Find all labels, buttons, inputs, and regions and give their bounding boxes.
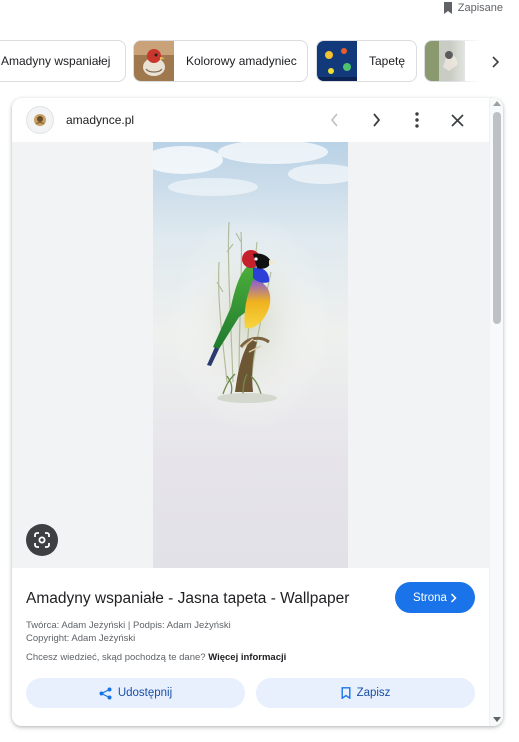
next-button[interactable] [365, 109, 387, 131]
previous-button[interactable] [324, 109, 346, 131]
related-searches-row: Amadyny wspaniałej Kolorowy amadyniec Ta… [0, 40, 519, 84]
chip-amadyny-wspanialej[interactable]: Amadyny wspaniałej [0, 40, 126, 82]
chevron-right-icon [373, 113, 381, 127]
image-credits: Twórca: Adam Jeżyński | Podpis: Adam Jeż… [26, 620, 231, 631]
close-icon [450, 113, 464, 127]
preview-image[interactable] [153, 142, 348, 568]
preview-scrollbar[interactable] [489, 98, 503, 726]
saved-label: Zapisane [457, 2, 503, 14]
visual-search-button[interactable] [26, 524, 58, 556]
bookmark-icon [443, 2, 452, 14]
chips-next-button[interactable] [485, 52, 505, 72]
more-vert-icon [415, 112, 419, 128]
bookmark-icon [341, 687, 351, 699]
chip-label: Tapetę [369, 54, 406, 68]
save-button[interactable]: Zapisz [256, 678, 475, 708]
image-info: Amadyny wspaniałe - Jasna tapeta - Wallp… [12, 568, 489, 726]
share-icon [99, 687, 112, 699]
chip-label: Kolorowy amadyniec [186, 54, 297, 68]
scroll-down-arrow[interactable] [493, 717, 501, 722]
more-info-row: Chcesz wiedzieć, skąd pochodzą te dane? … [26, 652, 286, 663]
more-info-prompt: Chcesz wiedzieć, skąd pochodzą te dane? [26, 652, 206, 663]
chip-thumbnail [317, 41, 357, 81]
chevron-right-icon [450, 592, 457, 603]
lens-icon [34, 532, 50, 548]
image-area [12, 142, 489, 568]
image-copyright: Copyright: Adam Jeżyński [26, 633, 136, 644]
more-info-link[interactable]: Więcej informacji [208, 652, 286, 663]
chevron-right-icon [492, 56, 500, 68]
visit-label: Strona [413, 591, 447, 604]
chip-label: Amadyny wspaniałej [1, 54, 111, 68]
scroll-up-arrow[interactable] [493, 101, 501, 106]
site-favicon-icon [34, 114, 46, 126]
share-button[interactable]: Udostępnij [26, 678, 245, 708]
share-label: Udostępnij [117, 687, 173, 699]
image-title[interactable]: Amadyny wspaniałe - Jasna tapeta - Wallp… [26, 590, 349, 608]
more-options-button[interactable] [406, 109, 428, 131]
site-favicon[interactable] [26, 106, 54, 134]
close-button[interactable] [446, 109, 468, 131]
source-name[interactable]: amadynce.pl [66, 113, 134, 127]
image-preview-panel: amadynce.pl Amadyny wspaniałe - Jasna ta… [12, 98, 503, 726]
preview-header: amadynce.pl [12, 98, 489, 142]
visit-site-button[interactable]: Strona [395, 582, 475, 613]
chip-kolorowy-amadyniec[interactable]: Kolorowy amadyniec [133, 40, 308, 82]
chevron-left-icon [330, 113, 338, 127]
chip-tapete[interactable]: Tapetę [316, 40, 417, 82]
wallpaper-image [153, 142, 348, 568]
saved-link[interactable]: Zapisane [443, 0, 503, 16]
save-label: Zapisz [356, 687, 391, 699]
chip-thumbnail [134, 41, 174, 81]
scroll-thumb[interactable] [493, 112, 501, 324]
